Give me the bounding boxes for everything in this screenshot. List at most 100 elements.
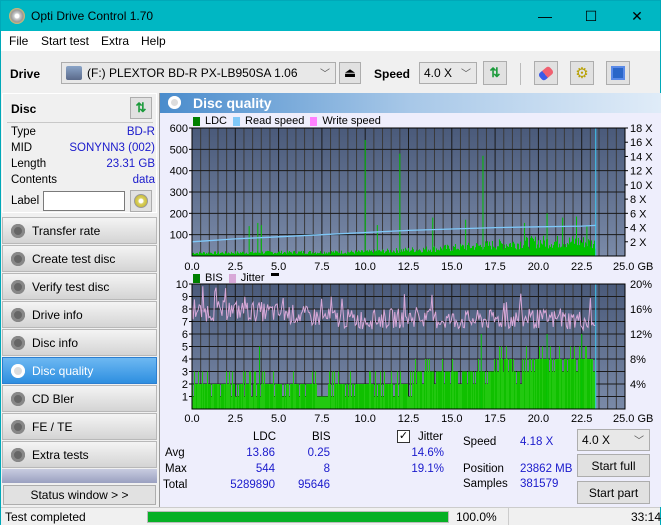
transfer-rate-icon — [11, 224, 25, 238]
y-tick-label: 6 — [182, 329, 188, 341]
menu-file[interactable]: File — [9, 34, 28, 48]
elapsed-time: 33:14 — [631, 510, 661, 524]
x-tick-label: 2.5 — [228, 413, 243, 425]
sidebar: Disc ⇅ Type BD-R MID SONYNN3 (002) Length 2… — [1, 93, 159, 507]
y2-tick-label: 4% — [630, 379, 646, 391]
bis-chart: 12345678910 4% 8% 12% 16% 20% 0.0 2.5 5.0 7.5 10.0… — [176, 279, 654, 425]
y-tick-label: 100 — [170, 230, 188, 242]
nav-disc-quality[interactable]: Disc quality — [2, 357, 157, 384]
disc-row-contents: Contents data — [11, 174, 155, 190]
speed-label: Speed — [374, 67, 411, 81]
x-tick-label: 20.0 — [528, 261, 549, 273]
nav-label: Disc info — [32, 336, 79, 350]
fe-te-icon — [11, 420, 25, 434]
y-tick-label: 8 — [182, 304, 188, 316]
y2-tick-label: 8% — [630, 354, 646, 366]
nav-verify-test-disc[interactable]: Verify test disc — [2, 273, 157, 300]
x-tick-label: 20.0 — [528, 413, 549, 425]
minimize-button[interactable]: — — [522, 1, 568, 31]
drive-label: Drive — [10, 67, 41, 81]
x-tick-label: 15.0 — [441, 261, 462, 273]
start-part-button[interactable]: Start part — [577, 481, 650, 504]
y2-tick-label: 12% — [630, 329, 652, 341]
cd-bler-icon — [11, 392, 25, 406]
progress-text: 100.0% — [456, 510, 497, 524]
menu-help[interactable]: Help — [141, 34, 166, 48]
y-tick-label: 4 — [182, 354, 188, 366]
save-button[interactable] — [606, 61, 630, 85]
y-tick-label: 1 — [182, 392, 188, 404]
menu-start-test[interactable]: Start test — [41, 34, 89, 48]
nav-cd-bler[interactable]: CD Bler — [2, 385, 157, 412]
extra-tests-icon — [11, 448, 25, 462]
nav-extra-tests[interactable]: Extra tests — [2, 441, 157, 468]
maximize-button[interactable]: ☐ — [568, 1, 614, 31]
x-tick-label: 0.0 — [184, 413, 199, 425]
erase-button[interactable] — [534, 61, 558, 85]
menu-extra[interactable]: Extra — [101, 34, 129, 48]
y-tick-label: 3 — [182, 367, 188, 379]
disc-refresh-button[interactable]: ⇅ — [130, 97, 152, 119]
nav-label: Verify test disc — [32, 280, 110, 294]
x-tick-label: 10.0 — [354, 261, 375, 273]
start-full-button[interactable]: Start full — [577, 454, 650, 477]
progress-fill — [148, 512, 448, 522]
y-tick-label: 9 — [182, 292, 188, 304]
refresh-arrows-icon: ⇅ — [489, 65, 501, 80]
refresh-button[interactable]: ⇅ — [483, 61, 507, 85]
speed-value: 4.18 X — [520, 436, 554, 448]
disc-value: 23.31 GB — [106, 158, 155, 170]
speed-value: 4.0 X — [424, 66, 453, 80]
nav-fe-te[interactable]: FE / TE — [2, 413, 157, 440]
y-tick-label: 600 — [170, 123, 188, 135]
y2-tick-label: 12 X — [630, 166, 653, 178]
x-tick-label: 15.0 — [441, 413, 462, 425]
y2-tick-label: 16 X — [630, 137, 653, 149]
y2-tick-label: 10 X — [630, 180, 653, 192]
gears-icon: ⚙ — [575, 65, 589, 82]
label-disc-button[interactable] — [130, 190, 152, 212]
x-tick-label: 17.5 — [484, 261, 505, 273]
app-disc-icon — [9, 8, 25, 24]
samples-label: Samples — [463, 478, 508, 490]
label-input[interactable] — [43, 191, 125, 211]
ldc-chart: 100 200 300 400 500 600 2 X 4 X 6 X 8 X 10 X 12 X 14… — [170, 123, 654, 273]
eject-button[interactable]: ⏏ — [339, 62, 361, 84]
row-max-label: Max — [165, 463, 187, 475]
y-tick-label: 500 — [170, 144, 188, 156]
nav-transfer-rate[interactable]: Transfer rate — [2, 217, 157, 244]
disc-quality-panel: Disc quality LDC Read speed Write speed … — [159, 93, 661, 507]
nav-label: FE / TE — [32, 420, 73, 434]
progress-bar — [147, 511, 449, 523]
max-bis: 8 — [323, 463, 330, 475]
nav-disc-info[interactable]: Disc info — [2, 329, 157, 356]
nav-label: Extra tests — [32, 448, 89, 462]
app-window: Opti Drive Control 1.70 — ☐ ✕ File Start… — [0, 0, 661, 525]
jitter-checkbox[interactable]: ✓ — [397, 430, 410, 443]
col-bis: BIS — [312, 431, 331, 443]
floppy-disk-icon — [611, 66, 625, 80]
samples-value: 381579 — [520, 478, 559, 490]
title-bar: Opti Drive Control 1.70 — ☐ ✕ — [1, 1, 660, 31]
jitter-label: Jitter — [418, 431, 443, 443]
status-window-button[interactable]: Status window > > — [3, 485, 156, 505]
y2-tick-label: 2 X — [630, 237, 647, 249]
toolbar-divider — [520, 63, 521, 85]
window-title: Opti Drive Control 1.70 — [31, 9, 154, 23]
y2-tick-label: 8 X — [630, 194, 647, 206]
nav-drive-info[interactable]: Drive info — [2, 301, 157, 328]
total-bis: 95646 — [298, 479, 330, 491]
status-divider — [508, 508, 509, 525]
x-tick-label: 7.5 — [314, 261, 329, 273]
max-jitter: 19.1% — [411, 463, 444, 475]
drive-select[interactable]: (F:) PLEXTOR BD-R PX-LB950SA 1.06 ﹀ — [61, 62, 336, 84]
test-speed-select[interactable]: 4.0 X ﹀ — [577, 429, 650, 451]
disc-quality-icon — [168, 96, 181, 109]
speed-select[interactable]: 4.0 X ﹀ — [419, 62, 477, 84]
avg-jitter: 14.6% — [411, 447, 444, 459]
disc-key: Contents — [11, 174, 58, 186]
nav-create-test-disc[interactable]: Create test disc — [2, 245, 157, 272]
status-text: Test completed — [5, 510, 86, 524]
close-button[interactable]: ✕ — [614, 1, 660, 31]
settings-button[interactable]: ⚙ — [570, 61, 594, 85]
